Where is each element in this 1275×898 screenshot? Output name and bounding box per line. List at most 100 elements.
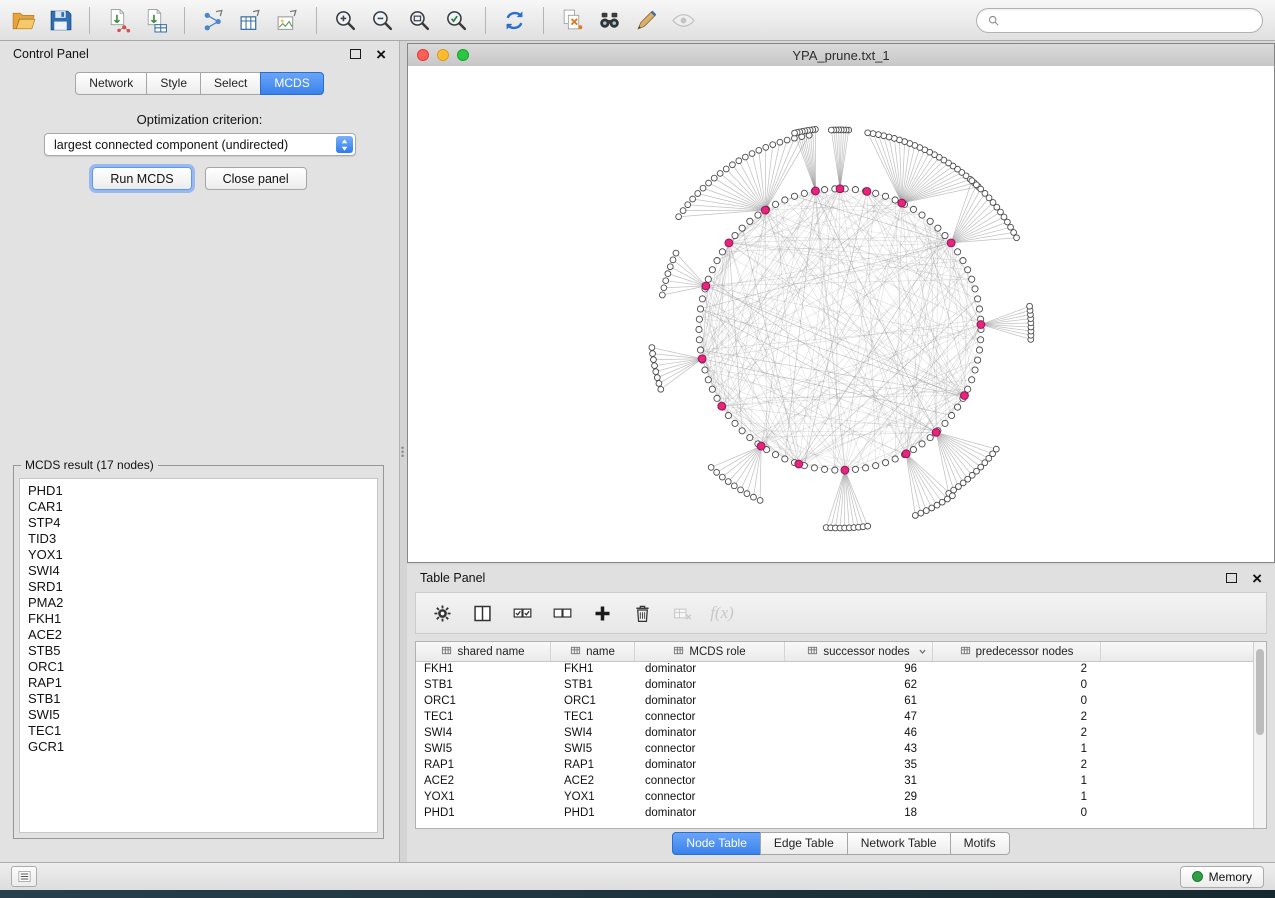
delete-column-icon[interactable]: [630, 601, 654, 625]
network-window-titlebar[interactable]: YPA_prune.txt_1: [408, 44, 1274, 67]
close-table-panel-icon[interactable]: ×: [1252, 570, 1262, 587]
window-zoom-button[interactable]: [457, 49, 469, 61]
import-table-icon[interactable]: [140, 5, 171, 36]
mcds-result-item[interactable]: ACE2: [28, 627, 377, 643]
mcds-result-item[interactable]: CAR1: [28, 499, 377, 515]
deselect-all-rows-icon[interactable]: [550, 601, 574, 625]
mcds-result-item[interactable]: STB1: [28, 691, 377, 707]
column-header-predecessor-nodes[interactable]: predecessor nodes: [933, 642, 1101, 661]
zoom-out-icon[interactable]: [367, 5, 398, 36]
zoom-fit-icon[interactable]: [404, 5, 435, 36]
new-table-icon[interactable]: [235, 5, 266, 36]
close-panel-button[interactable]: Close panel: [205, 167, 307, 190]
close-panel-icon[interactable]: ×: [376, 46, 386, 63]
tab-style[interactable]: Style: [146, 72, 201, 95]
mcds-result-item[interactable]: SWI4: [28, 563, 377, 579]
window-minimize-button[interactable]: [437, 49, 449, 61]
mcds-result-item[interactable]: STP4: [28, 515, 377, 531]
table-settings-icon[interactable]: [430, 601, 454, 625]
column-header-successor-nodes[interactable]: successor nodes: [785, 642, 933, 661]
panel-menu-button[interactable]: [11, 866, 37, 887]
zoom-in-icon[interactable]: [330, 5, 361, 36]
tab-select[interactable]: Select: [200, 72, 261, 95]
function-builder-icon[interactable]: f(x): [710, 601, 734, 625]
table-row[interactable]: TEC1TEC1connector472: [416, 709, 1254, 725]
network-graph[interactable]: [408, 66, 1274, 562]
cell-shared_name: RAP1: [416, 759, 551, 771]
refresh-layout-icon[interactable]: [499, 5, 530, 36]
cell-name: FKH1: [551, 663, 635, 675]
table-row[interactable]: YOX1YOX1connector291: [416, 789, 1254, 805]
column-header-shared-name[interactable]: shared name: [416, 642, 551, 661]
cell-name: STB1: [551, 679, 635, 691]
tab-node-table[interactable]: Node Table: [672, 832, 761, 855]
app-window: Control Panel × NetworkStyleSelectMCDS O…: [0, 0, 1275, 890]
new-network-icon[interactable]: [198, 5, 229, 36]
mcds-result-item[interactable]: GCR1: [28, 739, 377, 755]
cell-name: ACE2: [551, 775, 635, 787]
cell-successor_nodes: 96: [785, 663, 933, 675]
control-panel: Control Panel × NetworkStyleSelectMCDS O…: [0, 41, 400, 862]
network-view[interactable]: [408, 66, 1274, 562]
column-grid-icon: [807, 645, 818, 659]
control-panel-titlebar: Control Panel ×: [0, 41, 399, 67]
mcds-result-list[interactable]: PHD1CAR1STP4TID3YOX1SWI4SRD1PMA2FKH1ACE2…: [19, 478, 378, 833]
window-close-button[interactable]: [417, 49, 429, 61]
dropdown-value: largest connected component (undirected): [54, 138, 288, 152]
apply-style-icon[interactable]: [631, 5, 662, 36]
tab-network[interactable]: Network: [75, 72, 147, 95]
memory-button[interactable]: Memory: [1180, 866, 1264, 888]
add-column-icon[interactable]: [590, 601, 614, 625]
table-row[interactable]: FKH1FKH1dominator962: [416, 661, 1254, 677]
tab-network-table[interactable]: Network Table: [847, 832, 951, 855]
table-row[interactable]: SWI5SWI5connector431: [416, 741, 1254, 757]
mcds-result-item[interactable]: ORC1: [28, 659, 377, 675]
table-row[interactable]: SWI4SWI4dominator462: [416, 725, 1254, 741]
tab-mcds[interactable]: MCDS: [260, 72, 323, 95]
scrollbar-thumb[interactable]: [1256, 649, 1264, 735]
table-row[interactable]: PHD1PHD1dominator180: [416, 805, 1254, 821]
table-panel-title: Table Panel: [420, 571, 485, 585]
cell-name: SWI4: [551, 727, 635, 739]
optimization-dropdown[interactable]: largest connected component (undirected): [44, 133, 356, 156]
mcds-result-item[interactable]: TEC1: [28, 723, 377, 739]
table-row[interactable]: ACE2ACE2connector311: [416, 773, 1254, 789]
mcds-result-item[interactable]: PMA2: [28, 595, 377, 611]
search-box[interactable]: [976, 8, 1263, 33]
search-input[interactable]: [1006, 13, 1252, 29]
table-row[interactable]: ORC1ORC1dominator610: [416, 693, 1254, 709]
first-neighbors-icon[interactable]: [594, 5, 625, 36]
cell-mcds_role: dominator: [635, 679, 785, 691]
run-mcds-button[interactable]: Run MCDS: [92, 167, 191, 190]
mcds-result-item[interactable]: PHD1: [28, 483, 377, 499]
vertical-splitter[interactable]: •••: [400, 41, 407, 862]
float-table-panel-icon[interactable]: [1226, 573, 1237, 583]
open-session-icon[interactable]: [8, 5, 39, 36]
cell-shared_name: SWI4: [416, 727, 551, 739]
clone-network-icon[interactable]: [557, 5, 588, 36]
table-row[interactable]: STB1STB1dominator620: [416, 677, 1254, 693]
zoom-selected-icon[interactable]: [441, 5, 472, 36]
table-row[interactable]: RAP1RAP1dominator352: [416, 757, 1254, 773]
mcds-result-item[interactable]: FKH1: [28, 611, 377, 627]
mcds-result-item[interactable]: YOX1: [28, 547, 377, 563]
mcds-result-item[interactable]: RAP1: [28, 675, 377, 691]
tab-edge-table[interactable]: Edge Table: [760, 832, 848, 855]
column-header-mcds-role[interactable]: MCDS role: [635, 642, 785, 661]
column-visibility-icon[interactable]: [470, 601, 494, 625]
clear-table-icon[interactable]: [670, 601, 694, 625]
tab-motifs[interactable]: Motifs: [950, 832, 1010, 855]
mcds-result-item[interactable]: SRD1: [28, 579, 377, 595]
export-image-icon[interactable]: [272, 5, 303, 36]
save-session-icon[interactable]: [45, 5, 76, 36]
import-network-icon[interactable]: [103, 5, 134, 36]
mcds-result-item[interactable]: TID3: [28, 531, 377, 547]
show-hide-icon[interactable]: [668, 5, 699, 36]
column-header-name[interactable]: name: [551, 642, 635, 661]
float-panel-icon[interactable]: [350, 49, 361, 59]
table-scrollbar[interactable]: [1253, 642, 1266, 828]
toolbar-separator: [89, 7, 90, 34]
select-all-rows-icon[interactable]: [510, 601, 534, 625]
mcds-result-item[interactable]: SWI5: [28, 707, 377, 723]
mcds-result-item[interactable]: STB5: [28, 643, 377, 659]
